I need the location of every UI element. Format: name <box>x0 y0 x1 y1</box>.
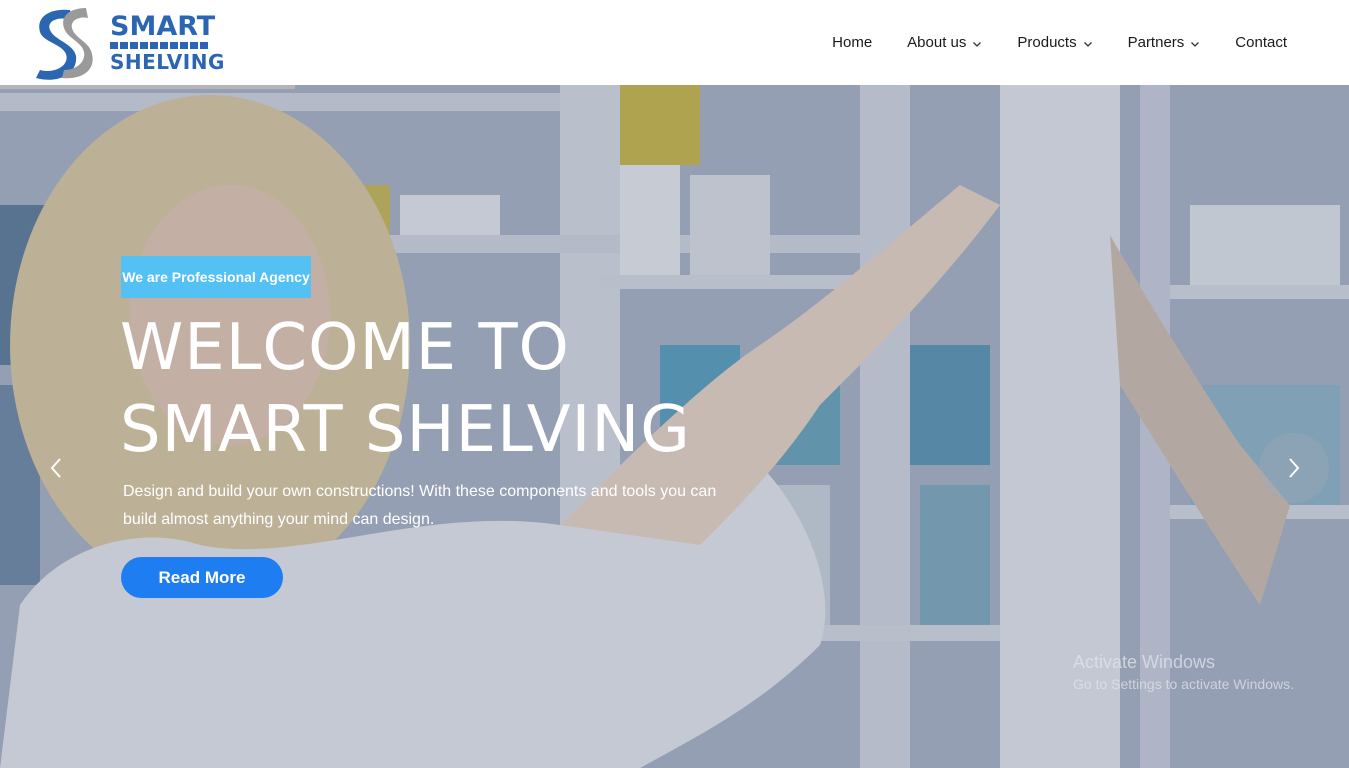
main-nav: Home About us Products Partners Contact <box>832 0 1287 85</box>
watermark-title: Activate Windows <box>1073 652 1216 672</box>
chevron-down-icon <box>1083 41 1092 47</box>
nav-item-partners[interactable]: Partners <box>1128 34 1201 51</box>
logo-mark-icon <box>36 8 93 80</box>
nav-item-home[interactable]: Home <box>832 34 872 51</box>
slider-next-button[interactable] <box>1259 433 1329 503</box>
site-header: SMART SHELVING Home About us Products Pa… <box>0 0 1349 85</box>
nav-item-label: About us <box>907 34 967 51</box>
chevron-down-icon <box>973 41 982 47</box>
watermark-subtitle: Go to Settings to activate Windows. <box>1073 676 1294 692</box>
nav-item-products[interactable]: Products <box>1017 34 1092 51</box>
chevron-right-icon <box>1289 458 1300 478</box>
slider-prev-button[interactable] <box>21 433 91 503</box>
nav-item-label: Home <box>832 34 873 51</box>
logo-wordmark: SMART SHELVING <box>110 13 225 73</box>
hero-headline: WELCOME TO SMART SHELVING <box>120 307 820 471</box>
windows-activation-watermark: Activate Windows Go to Settings to activ… <box>1073 651 1294 693</box>
nav-item-label: Contact <box>1235 34 1287 51</box>
hero-subtitle: Design and build your own constructions!… <box>123 483 717 528</box>
brand-logo[interactable]: SMART SHELVING <box>30 4 224 80</box>
nav-item-contact[interactable]: Contact <box>1235 34 1287 51</box>
logo-divider <box>110 42 208 49</box>
hero-badge: We are Professional Agency <box>121 256 311 298</box>
chevron-down-icon <box>1191 41 1200 47</box>
hero-headline-line2: SMART SHELVING <box>120 393 691 467</box>
logo-word-smart: SMART <box>110 11 216 42</box>
hero-slider: We are Professional Agency WELCOME TO SM… <box>0 85 1349 768</box>
nav-item-label: Partners <box>1127 34 1185 51</box>
logo-word-shelving: SHELVING <box>110 50 225 74</box>
nav-item-about-us[interactable]: About us <box>907 34 982 51</box>
hero-top-line <box>0 85 295 89</box>
chevron-left-icon <box>50 458 61 478</box>
hero-headline-line1: WELCOME TO <box>120 311 570 385</box>
read-more-button[interactable]: Read More <box>121 557 283 598</box>
nav-item-label: Products <box>1017 34 1077 51</box>
